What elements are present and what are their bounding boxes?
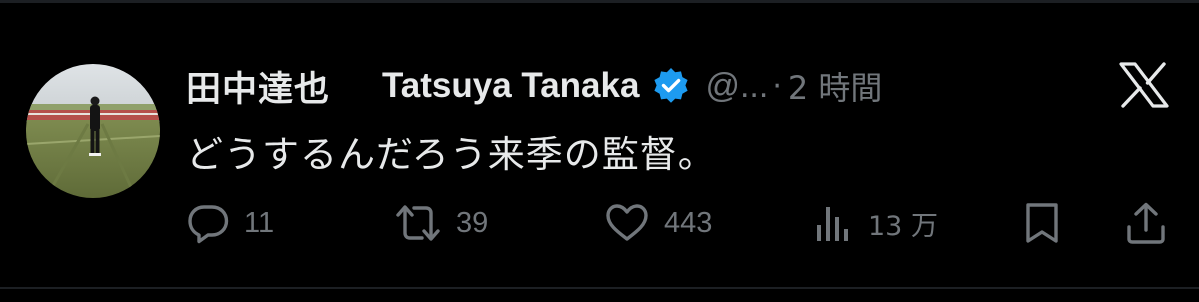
display-name-ja[interactable]: 田中達也	[186, 61, 330, 112]
header-separator: ·	[772, 68, 782, 104]
user-handle[interactable]: @...	[705, 67, 768, 106]
like-count: 443	[664, 206, 713, 239]
display-name-en[interactable]: Tatsuya Tanaka	[382, 66, 639, 106]
verified-badge-icon	[651, 66, 691, 106]
repost-icon	[396, 205, 440, 241]
views-count: 13 万	[868, 210, 938, 242]
bookmark-button[interactable]	[1022, 200, 1062, 246]
reply-count: 11	[244, 206, 275, 239]
views-button[interactable]: 13 万	[814, 200, 938, 246]
avatar-photo	[26, 64, 160, 198]
heart-icon	[606, 204, 648, 241]
avatar[interactable]	[26, 64, 160, 198]
share-icon	[1127, 202, 1165, 244]
x-logo-icon[interactable]	[1119, 62, 1169, 108]
repost-button[interactable]: 39	[394, 200, 488, 246]
post-text: どうするんだろう来季の監督。	[186, 133, 716, 176]
top-divider	[0, 0, 1199, 3]
reply-button[interactable]: 11	[186, 200, 274, 246]
views-icon	[817, 207, 848, 241]
post-header: 田中達也 Tatsuya Tanaka @... · 2 時間	[186, 58, 882, 114]
reply-icon	[188, 205, 229, 244]
post-timestamp[interactable]: 2 時間	[788, 63, 883, 109]
bookmark-icon	[1026, 203, 1058, 243]
bottom-divider	[0, 287, 1199, 289]
like-button[interactable]: 443	[604, 200, 712, 246]
share-button[interactable]	[1124, 200, 1168, 246]
repost-count: 39	[456, 206, 489, 239]
